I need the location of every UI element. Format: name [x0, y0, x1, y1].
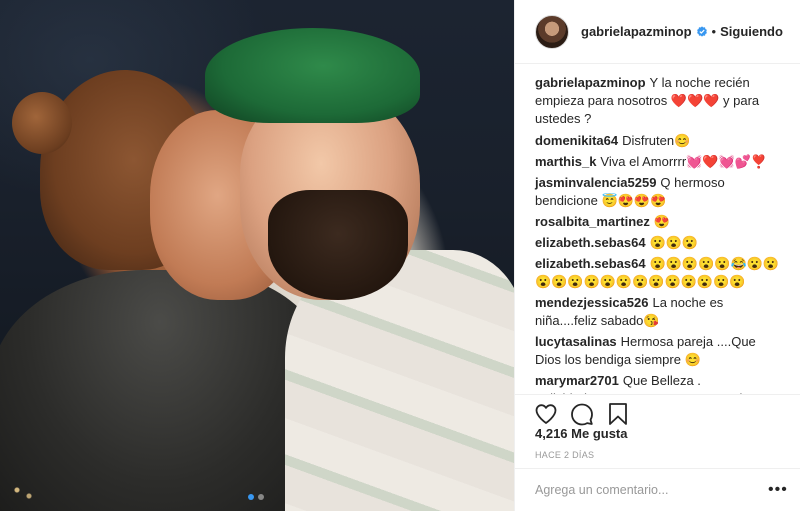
comment-username[interactable]: elizabeth.sebas64 — [535, 235, 646, 250]
avatar[interactable] — [535, 14, 569, 49]
comment-text: 😍 — [653, 214, 671, 229]
speech-bubble-icon — [571, 403, 593, 425]
verified-badge-icon — [696, 25, 707, 37]
comment-username[interactable]: rosalbita_martinez — [535, 214, 650, 229]
heart-icon — [535, 403, 557, 424]
comment-item: elizabeth.sebas64 😮😮😮😮😮😂😮😮😮😮😮😮😮😮😮😮😮😮😮😮😮 — [535, 255, 784, 291]
comment-username[interactable]: marthis_k — [535, 154, 596, 169]
photo-hair-bun — [12, 92, 72, 154]
photo-beard — [268, 190, 408, 300]
comment-username[interactable]: marymar2701 — [535, 373, 619, 388]
action-bar — [515, 394, 800, 428]
comment-username[interactable]: domenikita64 — [535, 133, 618, 148]
carousel-indicator — [248, 494, 264, 500]
header-username[interactable]: gabrielapazminop — [581, 24, 692, 39]
comment-item: lucytasalinas Hermosa pareja ....Que Dios… — [535, 333, 784, 369]
comment-username[interactable]: elizabeth.sebas64 — [535, 256, 646, 271]
comment-item: elizabeth.sebas64 😮😮😮 — [535, 234, 784, 252]
likes-count[interactable]: 4,216 Me gusta — [535, 426, 628, 441]
bookmark-icon — [609, 402, 627, 425]
photo-green-cap — [205, 28, 420, 123]
save-button[interactable] — [605, 401, 631, 427]
post-details-panel: gabrielapazminop • Siguiendo gabrielapaz… — [514, 0, 800, 511]
carousel-dot[interactable] — [258, 494, 264, 500]
comment-input[interactable] — [535, 483, 768, 497]
caption: gabrielapazminop Y la noche recién empiez… — [535, 74, 784, 128]
add-comment-bar: ••• — [515, 468, 800, 511]
ellipsis-icon[interactable]: ••• — [768, 481, 787, 499]
comment-text: Viva el Amorrrr💓❤️💓💕❣️ — [600, 154, 768, 169]
comments-list[interactable]: gabrielapazminop Y la noche recién empiez… — [515, 64, 800, 394]
comment-item: marthis_k Viva el Amorrrr💓❤️💓💕❣️ — [535, 153, 784, 171]
post-photo[interactable] — [0, 0, 514, 511]
like-button[interactable] — [533, 401, 559, 427]
comment-item: jasminvalencia5259 Q hermoso bendicione 😇… — [535, 174, 784, 210]
post-header: gabrielapazminop • Siguiendo — [515, 0, 800, 64]
comment-username[interactable]: gabrielapazminop — [535, 75, 646, 90]
photo-city-lights — [8, 478, 38, 508]
comment-username[interactable]: jasminvalencia5259 — [535, 175, 656, 190]
carousel-dot-active — [248, 494, 254, 500]
comment-username[interactable]: mendezjessica526 — [535, 295, 648, 310]
comment-item: mendezjessica526 La noche es niña....feli… — [535, 294, 784, 330]
photo-denim-jacket — [0, 270, 330, 511]
comment-text: 😮😮😮 — [649, 235, 699, 250]
comment-text: Disfruten😊 — [622, 133, 691, 148]
following-button[interactable]: Siguiendo — [720, 24, 783, 39]
comment-username[interactable]: lucytasalinas — [535, 334, 617, 349]
post-timestamp[interactable]: HACE 2 DÍAS — [535, 450, 594, 460]
comment-item: domenikita64 Disfruten😊 — [535, 132, 784, 150]
comment-item: marymar2701Que Belleza . Felicidadessss … — [535, 372, 784, 394]
header-separator: • — [711, 24, 717, 39]
comment-button[interactable] — [569, 401, 595, 427]
comment-item: rosalbita_martinez 😍 — [535, 213, 784, 231]
